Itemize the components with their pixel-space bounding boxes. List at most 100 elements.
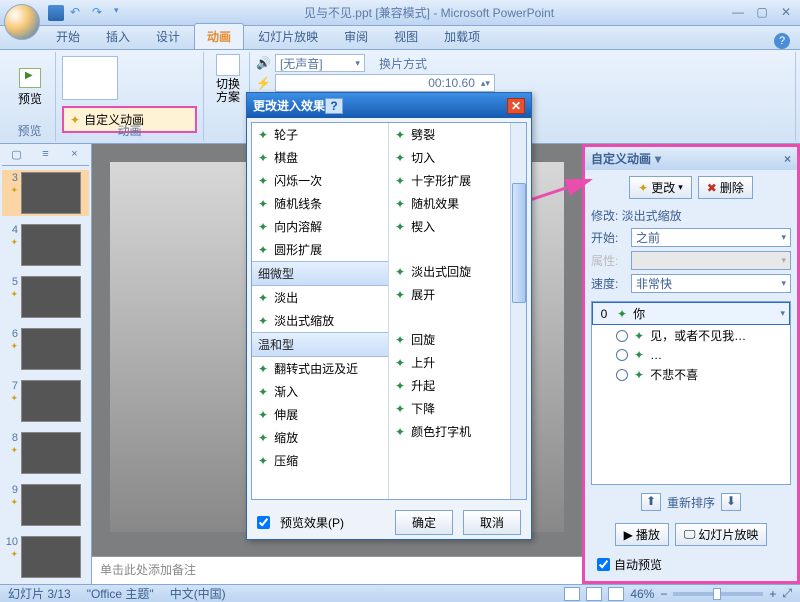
effect-option[interactable]: ✦圆形扩展 — [252, 238, 388, 261]
effect-option[interactable]: ✦伸展 — [252, 403, 388, 426]
tab-design[interactable]: 设计 — [144, 24, 192, 49]
notes-field[interactable]: 单击此处添加备注 — [92, 556, 582, 584]
slide-thumb-10[interactable]: 10✦ — [2, 534, 89, 580]
effect-option[interactable]: ✦闪烁一次 — [252, 169, 388, 192]
animation-list[interactable]: 0✦你▾✦见，或者不见我…✦…✦不悲不喜 — [591, 301, 791, 485]
pane-dropdown-icon[interactable]: ▾ — [655, 152, 661, 166]
outline-tab[interactable]: ≡ — [31, 148, 60, 165]
fit-button[interactable]: ⤢ — [782, 586, 792, 601]
ribbon-tabs: 开始 插入 设计 动画 幻灯片放映 审阅 视图 加载项 ? — [0, 26, 800, 50]
effect-option[interactable]: ✦淡出式回旋 — [389, 260, 526, 283]
change-effect-button[interactable]: ✦ 更改 ▾ — [629, 176, 692, 199]
zoom-slider-thumb[interactable] — [713, 588, 721, 600]
thumbnails-tab[interactable]: ▢ — [2, 148, 31, 165]
tab-insert[interactable]: 插入 — [94, 24, 142, 49]
close-button[interactable]: ✕ — [776, 5, 796, 21]
play-button[interactable]: ▶ 播放 — [615, 523, 669, 546]
effect-option[interactable]: ✦棋盘 — [252, 146, 388, 169]
effect-option[interactable]: ✦下降 — [389, 397, 526, 420]
effect-option[interactable]: ✦淡出 — [252, 286, 388, 309]
maximize-button[interactable]: ▢ — [752, 5, 772, 21]
effect-option[interactable]: ✦压缩 — [252, 449, 388, 472]
effect-option[interactable]: ✦上升 — [389, 351, 526, 374]
effect-option[interactable]: ✦展开 — [389, 283, 526, 306]
transition-scheme-button[interactable]: 切换 方案 — [210, 54, 246, 120]
tab-animation[interactable]: 动画 — [194, 23, 244, 49]
normal-view-button[interactable] — [564, 587, 580, 601]
effect-label: 渐入 — [274, 383, 298, 400]
animation-item[interactable]: ✦不悲不喜 — [592, 364, 790, 385]
group-label-preview: 预览 — [4, 122, 55, 139]
zoom-slider[interactable] — [673, 592, 763, 596]
sound-select[interactable]: [无声音] ▾ — [275, 54, 365, 72]
help-icon[interactable]: ? — [774, 33, 790, 49]
effect-option[interactable]: ✦十字形扩展 — [389, 169, 526, 192]
panel-close[interactable]: × — [60, 148, 89, 165]
minimize-button[interactable]: — — [728, 5, 748, 21]
remove-effect-button[interactable]: ✖ 删除 — [698, 176, 753, 199]
effect-star-icon: ✦ — [395, 333, 405, 347]
undo-icon[interactable]: ↶ — [70, 5, 86, 21]
slide-thumb-4[interactable]: 4✦ — [2, 222, 89, 268]
slideshow-button[interactable]: 🖵 幻灯片放映 — [675, 523, 768, 546]
qat-dropdown-icon[interactable]: ▾ — [114, 5, 130, 21]
tab-slideshow[interactable]: 幻灯片放映 — [246, 24, 330, 49]
animation-item[interactable]: 0✦你▾ — [592, 302, 790, 325]
tab-review[interactable]: 审阅 — [332, 24, 380, 49]
slide-thumb-5[interactable]: 5✦ — [2, 274, 89, 320]
spinner-icon[interactable]: ▴▾ — [481, 78, 490, 89]
tab-view[interactable]: 视图 — [382, 24, 430, 49]
tab-addin[interactable]: 加载项 — [432, 24, 492, 49]
slide-thumb-3[interactable]: 3✦ — [2, 170, 89, 216]
effect-option[interactable]: ✦向内溶解 — [252, 215, 388, 238]
slide-thumb-6[interactable]: 6✦ — [2, 326, 89, 372]
effect-option[interactable]: ✦翻转式由远及近 — [252, 357, 388, 380]
window-title: 见与不见.ppt [兼容模式] - Microsoft PowerPoint — [130, 4, 728, 21]
sorter-view-button[interactable] — [586, 587, 602, 601]
slide-thumb-7[interactable]: 7✦ — [2, 378, 89, 424]
chevron-down-icon[interactable]: ▾ — [780, 308, 785, 319]
ok-button[interactable]: 确定 — [395, 510, 453, 535]
effect-star-icon: ✦ — [395, 425, 405, 439]
effect-option[interactable]: ✦颜色打字机 — [389, 420, 526, 443]
effect-option[interactable]: ✦缩放 — [252, 426, 388, 449]
office-button[interactable] — [4, 4, 40, 40]
slide-thumb-8[interactable]: 8✦ — [2, 430, 89, 476]
thumb-number: 4✦ — [4, 224, 18, 266]
tab-home[interactable]: 开始 — [44, 24, 92, 49]
effect-option[interactable]: ✦渐入 — [252, 380, 388, 403]
zoom-in-button[interactable]: + — [769, 587, 776, 601]
pane-close-button[interactable]: × — [784, 152, 791, 166]
animation-item[interactable]: ✦… — [592, 346, 790, 364]
effect-option[interactable]: ✦劈裂 — [389, 123, 526, 146]
effect-option[interactable]: ✦回旋 — [389, 328, 526, 351]
dialog-help-button[interactable]: ? — [325, 98, 343, 114]
effect-option[interactable]: ✦切入 — [389, 146, 526, 169]
slideshow-view-button[interactable] — [608, 587, 624, 601]
move-down-button[interactable]: ⬇ — [721, 493, 741, 511]
effect-option[interactable]: ✦升起 — [389, 374, 526, 397]
auto-preview-label: 自动预览 — [614, 556, 662, 573]
redo-icon[interactable]: ↷ — [92, 5, 108, 21]
effect-option[interactable]: ✦轮子 — [252, 123, 388, 146]
move-up-button[interactable]: ⬆ — [641, 493, 661, 511]
animation-item[interactable]: ✦见，或者不见我… — [592, 325, 790, 346]
cancel-button[interactable]: 取消 — [463, 510, 521, 535]
scrollbar-thumb[interactable] — [512, 183, 526, 303]
save-icon[interactable] — [48, 5, 64, 21]
dialog-close-button[interactable]: ✕ — [507, 98, 525, 114]
speed-select[interactable]: 非常快 ▾ — [631, 274, 791, 293]
duration-field[interactable]: 00:10.60 ▴▾ — [275, 74, 495, 92]
scrollbar[interactable] — [510, 123, 526, 499]
auto-preview-checkbox[interactable] — [597, 558, 610, 571]
start-select[interactable]: 之前 ▾ — [631, 228, 791, 247]
preview-button[interactable]: 预览 — [10, 54, 50, 120]
effect-option[interactable]: ✦随机效果 — [389, 192, 526, 215]
effect-option[interactable]: ✦随机线条 — [252, 192, 388, 215]
zoom-out-button[interactable]: − — [660, 587, 667, 601]
preview-effect-checkbox[interactable] — [257, 516, 270, 529]
effect-option[interactable]: ✦楔入 — [389, 215, 526, 238]
animation-gallery[interactable] — [62, 56, 118, 100]
slide-thumb-9[interactable]: 9✦ — [2, 482, 89, 528]
effect-option[interactable]: ✦淡出式缩放 — [252, 309, 388, 332]
